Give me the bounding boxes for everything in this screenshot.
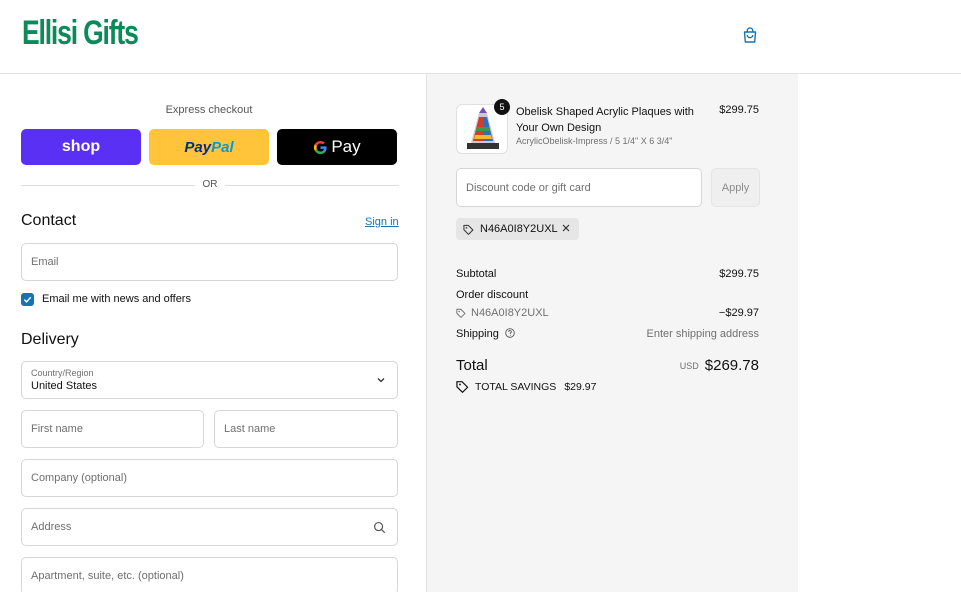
- paypal-label-pay: Pay: [184, 138, 212, 156]
- last-name-placeholder: Last name: [224, 423, 276, 435]
- company-placeholder: Company (optional): [31, 472, 127, 484]
- quantity-badge: 5: [494, 99, 510, 115]
- email-placeholder: Email: [31, 256, 59, 268]
- newsletter-label: Email me with news and offers: [42, 293, 191, 305]
- total-value: $269.78: [704, 357, 759, 374]
- apartment-field[interactable]: Apartment, suite, etc. (optional): [21, 557, 398, 592]
- apply-discount-button[interactable]: Apply: [711, 168, 760, 207]
- page-margin: [798, 74, 961, 592]
- company-field[interactable]: Company (optional): [21, 459, 398, 497]
- contact-heading: Contact: [21, 212, 77, 229]
- address-field[interactable]: Address: [21, 508, 398, 546]
- checkout-form: Express checkout shop Pay Pal Pay OR Cont…: [0, 74, 426, 592]
- subtotal-value: $299.75: [719, 268, 759, 280]
- applied-code-label: N46A0I8Y2UXL: [480, 223, 558, 235]
- brand-logo[interactable]: Ellisi Gifts: [22, 14, 139, 53]
- savings-tag-icon: [456, 381, 469, 393]
- discount-code-label: N46A0I8Y2UXL: [471, 307, 549, 319]
- country-label: Country/Region: [31, 368, 94, 378]
- tag-icon: [456, 308, 466, 318]
- shipping-row-label: Shipping: [456, 328, 515, 340]
- checkmark-icon: [23, 296, 32, 303]
- order-discount-label: Order discount: [456, 289, 529, 301]
- product-price: $299.75: [719, 104, 759, 116]
- total-label: Total: [456, 357, 488, 374]
- total-amount: USD $269.78: [680, 357, 759, 374]
- discount-placeholder: Discount code or gift card: [466, 182, 591, 194]
- applied-discount-chip: N46A0I8Y2UXL: [456, 218, 579, 240]
- google-pay-button[interactable]: Pay: [277, 129, 397, 165]
- delivery-heading: Delivery: [21, 331, 79, 348]
- newsletter-option[interactable]: Email me with news and offers: [21, 292, 191, 306]
- first-name-field[interactable]: First name: [21, 410, 204, 448]
- shipping-value: Enter shipping address: [646, 328, 759, 340]
- country-select[interactable]: Country/Region United States: [21, 361, 398, 399]
- newsletter-checkbox[interactable]: [21, 292, 34, 306]
- google-pay-label: Pay: [331, 137, 361, 156]
- paypal-button[interactable]: Pay Pal: [149, 129, 269, 165]
- discount-value: −$29.97: [718, 307, 759, 319]
- close-icon[interactable]: [561, 223, 571, 233]
- first-name-placeholder: First name: [31, 423, 83, 435]
- subtotal-label: Subtotal: [456, 268, 497, 280]
- or-label: OR: [195, 179, 225, 190]
- savings-value: $29.97: [564, 380, 597, 393]
- savings-label: TOTAL SAVINGS: [475, 380, 557, 393]
- email-field[interactable]: Email: [21, 243, 398, 281]
- product-name: Obelisk Shaped Acrylic Plaques with Your…: [516, 106, 694, 134]
- order-summary: 5 Obelisk Shaped Acrylic Plaques with Yo…: [426, 74, 798, 592]
- shop-pay-label: shop: [61, 138, 101, 155]
- express-checkout-label: Express checkout: [165, 104, 253, 116]
- google-g-icon: [314, 140, 327, 154]
- shopping-bag-icon[interactable]: [741, 26, 759, 44]
- address-placeholder: Address: [31, 521, 72, 533]
- tag-icon: [463, 224, 474, 235]
- shop-pay-button[interactable]: shop: [21, 129, 141, 165]
- last-name-field[interactable]: Last name: [214, 410, 398, 448]
- sign-in-link[interactable]: Sign in: [365, 216, 399, 228]
- discount-code-input[interactable]: Discount code or gift card: [456, 168, 702, 207]
- site-header: Ellisi Gifts: [0, 0, 961, 74]
- country-value: United States: [31, 380, 98, 392]
- shipping-label: Shipping: [456, 328, 499, 340]
- paypal-label-pal: Pal: [211, 138, 234, 156]
- apartment-placeholder: Apartment, suite, etc. (optional): [31, 570, 184, 582]
- total-savings: TOTAL SAVINGS $29.97: [456, 380, 596, 393]
- help-circle-icon[interactable]: [505, 328, 515, 338]
- or-divider: OR: [21, 179, 399, 193]
- search-icon: [373, 521, 386, 534]
- product-variant: AcrylicObelisk-Impress / 5 1/4" X 6 3/4": [516, 136, 673, 146]
- currency-code: USD: [679, 361, 699, 371]
- chevron-down-icon: [377, 378, 385, 383]
- discount-code-row: N46A0I8Y2UXL: [456, 307, 549, 319]
